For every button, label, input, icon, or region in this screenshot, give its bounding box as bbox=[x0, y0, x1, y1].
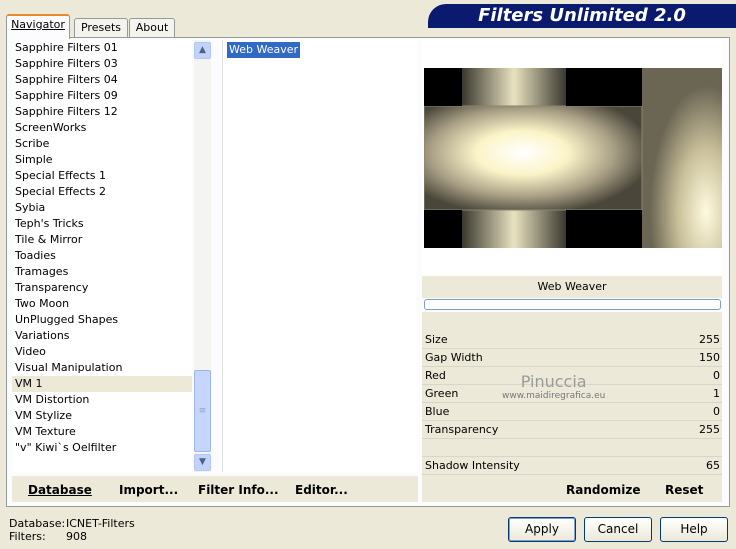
right-button-bar: Randomize Reset bbox=[422, 476, 722, 502]
category-list[interactable]: Sapphire Filters 01 Sapphire Filters 03 Sa… bbox=[12, 40, 192, 472]
category-item[interactable]: Transparency bbox=[12, 280, 192, 296]
category-item[interactable]: Sapphire Filters 09 bbox=[12, 88, 192, 104]
filter-list[interactable]: Web Weaver bbox=[222, 40, 417, 472]
filter-info-button[interactable]: Filter Info... bbox=[198, 483, 279, 497]
category-item[interactable]: Video bbox=[12, 344, 192, 360]
parameter-label: Shadow Intensity bbox=[425, 459, 520, 472]
parameter-value: 150 bbox=[699, 351, 720, 364]
category-item[interactable]: VM Stylize bbox=[12, 408, 192, 424]
parameter-value: 0 bbox=[713, 369, 720, 382]
filter-item-web-weaver[interactable]: Web Weaver bbox=[227, 42, 301, 58]
parameter-row[interactable]: Shadow Intensity 65 bbox=[422, 457, 722, 475]
parameter-value: 255 bbox=[699, 423, 720, 436]
preview-filter-name: Web Weaver bbox=[422, 276, 722, 298]
scroll-down-button[interactable]: ▼ bbox=[194, 454, 211, 471]
editor-button[interactable]: Editor... bbox=[295, 483, 348, 497]
tab-about[interactable]: About bbox=[129, 18, 175, 38]
category-item[interactable]: Two Moon bbox=[12, 296, 192, 312]
category-item[interactable]: Sapphire Filters 03 bbox=[12, 56, 192, 72]
parameter-row[interactable]: Blue 0 bbox=[422, 403, 722, 421]
category-item[interactable]: UnPlugged Shapes bbox=[12, 312, 192, 328]
filters-count: 908 bbox=[66, 530, 87, 543]
category-item[interactable]: Scribe bbox=[12, 136, 192, 152]
tab-presets[interactable]: Presets bbox=[74, 18, 128, 38]
database-label: Database: bbox=[9, 517, 66, 530]
category-item[interactable]: ScreenWorks bbox=[12, 120, 192, 136]
left-button-bar: Database Import... Filter Info... Editor… bbox=[12, 476, 418, 502]
preview-area bbox=[422, 40, 722, 276]
tab-navigator[interactable]: Navigator bbox=[6, 14, 70, 39]
filters-label: Filters: bbox=[9, 530, 46, 543]
category-scrollbar[interactable]: ▲ ≡ ▼ bbox=[194, 40, 211, 472]
parameter-slider-track[interactable] bbox=[422, 474, 722, 475]
parameter-label: Transparency bbox=[425, 423, 499, 436]
preview-graphic bbox=[424, 68, 722, 248]
progress-bar bbox=[424, 299, 721, 310]
category-item[interactable]: Tramages bbox=[12, 264, 192, 280]
category-item[interactable]: Visual Manipulation bbox=[12, 360, 192, 376]
category-item[interactable]: VM Distortion bbox=[12, 392, 192, 408]
watermark: Pinuccia www.maidiregrafica.eu bbox=[502, 372, 606, 401]
parameter-value: 255 bbox=[699, 333, 720, 346]
parameter-list: Size 255 Gap Width 150 Red 0 Green 1 Blue 0 Transp… bbox=[422, 331, 722, 475]
parameter-row[interactable]: Transparency 255 bbox=[422, 421, 722, 439]
category-item[interactable]: Tile & Mirror bbox=[12, 232, 192, 248]
parameter-label: Blue bbox=[425, 405, 450, 418]
category-item[interactable]: Sapphire Filters 12 bbox=[12, 104, 192, 120]
parameter-value: 0 bbox=[713, 405, 720, 418]
parameter-row[interactable]: Size 255 bbox=[422, 331, 722, 349]
category-item[interactable]: Simple bbox=[12, 152, 192, 168]
parameter-label: Green bbox=[425, 387, 459, 400]
parameter-label: Gap Width bbox=[425, 351, 483, 364]
cancel-button[interactable]: Cancel bbox=[584, 517, 652, 542]
apply-button[interactable]: Apply bbox=[508, 517, 576, 542]
parameter-row[interactable] bbox=[422, 439, 722, 457]
category-item[interactable]: Sapphire Filters 01 bbox=[12, 40, 192, 56]
parameter-label: Red bbox=[425, 369, 446, 382]
category-item[interactable]: Special Effects 1 bbox=[12, 168, 192, 184]
help-button[interactable]: Help bbox=[660, 517, 728, 542]
scroll-thumb[interactable]: ≡ bbox=[194, 370, 211, 452]
app-banner-title: Filters Unlimited 2.0 bbox=[428, 4, 736, 28]
randomize-button[interactable]: Randomize bbox=[566, 483, 640, 497]
category-item[interactable]: Sapphire Filters 04 bbox=[12, 72, 192, 88]
database-button[interactable]: Database bbox=[28, 483, 92, 497]
scroll-up-button[interactable]: ▲ bbox=[194, 42, 211, 59]
category-item[interactable]: Sybia bbox=[12, 200, 192, 216]
parameter-row[interactable]: Gap Width 150 bbox=[422, 349, 722, 367]
category-item[interactable]: Special Effects 2 bbox=[12, 184, 192, 200]
reset-button[interactable]: Reset bbox=[665, 483, 703, 497]
status-info: Database:ICNET-Filters Filters: 908 bbox=[9, 517, 135, 543]
category-item[interactable]: "v" Kiwi`s Oelfilter bbox=[12, 440, 192, 456]
parameter-label: Size bbox=[425, 333, 448, 346]
parameter-value: 1 bbox=[713, 387, 720, 400]
category-item[interactable]: Teph's Tricks bbox=[12, 216, 192, 232]
category-item[interactable]: Variations bbox=[12, 328, 192, 344]
database-value: ICNET-Filters bbox=[66, 517, 135, 530]
category-item[interactable]: VM Texture bbox=[12, 424, 192, 440]
preview-image bbox=[424, 68, 722, 248]
import-button[interactable]: Import... bbox=[119, 483, 178, 497]
category-item[interactable]: Toadies bbox=[12, 248, 192, 264]
top-strip bbox=[170, 0, 428, 4]
category-item[interactable]: VM 1 bbox=[12, 376, 192, 392]
parameter-value: 65 bbox=[706, 459, 720, 472]
